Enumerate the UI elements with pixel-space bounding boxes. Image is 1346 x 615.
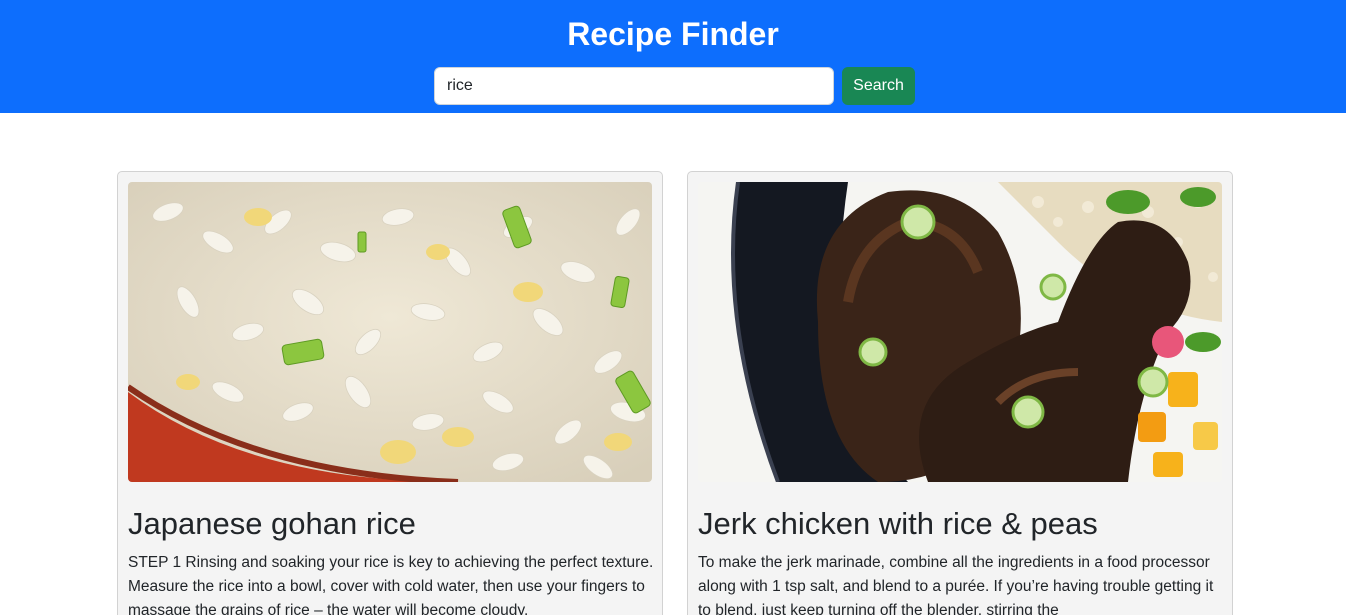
recipe-title: Jerk chicken with rice & peas [698, 506, 1098, 541]
search-button[interactable]: Search [842, 67, 915, 105]
recipe-card[interactable]: Jerk chicken with rice & peas To make th… [687, 171, 1233, 615]
recipe-title: Japanese gohan rice [128, 506, 416, 541]
app-title: Recipe Finder [567, 16, 779, 52]
recipe-card[interactable]: Japanese gohan rice STEP 1 Rinsing and s… [117, 171, 663, 615]
jerk-chicken-photo [698, 182, 1222, 482]
recipe-description: To make the jerk marinade, combine all t… [698, 554, 1214, 615]
header-bar: Recipe Finder Search [0, 0, 1346, 113]
recipe-description: STEP 1 Rinsing and soaking your rice is … [128, 554, 654, 615]
search-input[interactable] [434, 67, 834, 105]
fried-rice-photo [128, 182, 652, 482]
